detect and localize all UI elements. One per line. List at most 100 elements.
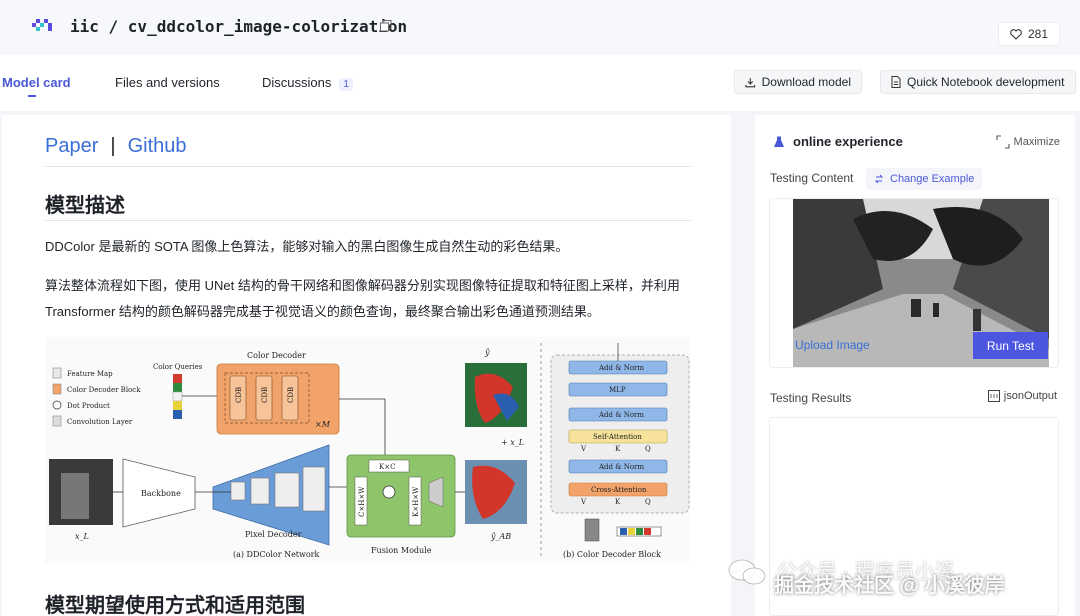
github-link[interactable]: Github	[128, 135, 187, 158]
ddcolor-architecture-diagram: Feature Map Color Decoder Block Dot Prod…	[45, 337, 690, 563]
link-separator: |	[110, 135, 116, 157]
upload-image-link[interactable]: Upload Image	[795, 338, 870, 352]
tab-model-card[interactable]: Model card	[2, 75, 71, 90]
sa-v: V	[580, 445, 587, 453]
y-hat-label: ŷ	[484, 348, 490, 357]
kxc-label: K×C	[379, 463, 395, 471]
ca-q: Q	[645, 498, 651, 506]
ca-v: V	[580, 498, 587, 506]
paper-link[interactable]: Paper	[45, 135, 98, 158]
quick-notebook-button[interactable]: Quick Notebook development	[880, 70, 1076, 94]
divider	[45, 220, 691, 221]
add-norm-3-label: Add & Norm	[598, 463, 644, 471]
sa-q: Q	[645, 445, 651, 453]
tab-discussions-label: Discussions	[262, 75, 332, 90]
panel-title-text: online experience	[793, 134, 903, 149]
testing-content-label: Testing Content	[770, 171, 854, 185]
fusion-module-label: Fusion Module	[371, 546, 432, 555]
divider	[45, 166, 691, 167]
model-card-content: Paper | Github 模型描述 DDColor 是最新的 SOTA 图像…	[2, 115, 731, 616]
ca-k: K	[615, 498, 621, 506]
change-example-label: Change Example	[890, 173, 975, 185]
legend-dot-product: Dot Product	[67, 402, 110, 410]
cross-attention-label: Cross-Attention	[591, 486, 647, 494]
sa-k: K	[615, 445, 621, 453]
maximize-icon	[995, 135, 1010, 149]
heart-icon	[1010, 28, 1022, 40]
chw-label: C×H×W	[358, 486, 366, 517]
json-output-toggle[interactable]: jsonOutput	[987, 390, 1057, 402]
download-model-button[interactable]: Download model	[734, 70, 862, 94]
plus-xl-label: + x_L	[501, 438, 524, 447]
change-example-button[interactable]: Change Example	[866, 168, 983, 190]
dot-product-icon	[52, 400, 62, 410]
color-decoder-title: Color Decoder	[247, 351, 306, 360]
json-output-label: jsonOutput	[1003, 390, 1057, 402]
cdb-query-green	[636, 528, 643, 535]
run-test-button[interactable]: Run Test	[973, 332, 1048, 359]
discussions-count-badge: 1	[339, 78, 353, 91]
add-norm-1-label: Add & Norm	[598, 364, 644, 372]
notebook-icon	[891, 76, 901, 88]
like-count: 281	[1027, 27, 1049, 41]
top-bar: iic / cv_ddcolor_image-colorization 281	[0, 0, 1080, 55]
tabs-bar: Model card Files and versions Discussion…	[0, 55, 1080, 111]
paragraph-intro: DDColor 是最新的 SOTA 图像上色算法，能够对输入的黑白图像生成自然生…	[45, 239, 569, 254]
caption-color-decoder-block: (b) Color Decoder Block	[563, 550, 661, 559]
cdb-feature-map	[584, 518, 600, 542]
paragraph-pipeline: 算法整体流程如下图，使用 UNet 结构的骨干网络和图像解码器分别实现图像特征提…	[45, 278, 680, 319]
cdb-label-3: CDB	[287, 387, 295, 403]
flask-icon	[774, 136, 784, 147]
legend-feature-map-swatch	[52, 367, 62, 379]
dot-product-node	[382, 485, 396, 499]
legend-feature-map: Feature Map	[67, 370, 113, 378]
color-queries-label: Color Queries	[153, 363, 203, 371]
pixel-feature-4	[302, 466, 326, 512]
backbone-label: Backbone	[141, 489, 181, 498]
like-button[interactable]: 281	[998, 22, 1060, 46]
download-model-label: Download model	[761, 75, 851, 89]
cdb-query-blue	[620, 528, 627, 535]
heading-model-description: 模型描述	[45, 195, 125, 217]
watermark-line2: 掘金技术社区 @ 小溪彼岸	[774, 575, 1005, 597]
cdb-label-1: CDB	[235, 387, 243, 403]
pixel-decoder-label: Pixel Decoder	[245, 530, 302, 539]
legend-cdb-swatch	[52, 383, 62, 395]
modelscope-logo-icon[interactable]	[32, 17, 54, 35]
active-tab-indicator	[28, 95, 36, 97]
input-xl-label: x_L	[75, 532, 89, 541]
input-image-figure	[61, 473, 89, 519]
heading-usage-scope: 模型期望使用方式和适用范围	[45, 595, 305, 616]
pixel-feature-2	[250, 477, 270, 505]
wechat-icon	[728, 559, 766, 585]
tab-discussions[interactable]: Discussions 1	[262, 75, 353, 91]
color-query-white	[172, 391, 183, 402]
watermark: 公众号 · 程序员小溪 掘金技术社区 @ 小溪彼岸	[722, 552, 1080, 616]
testing-results-label: Testing Results	[770, 391, 852, 405]
maximize-label: Maximize	[1013, 136, 1060, 148]
legend-convolution-layer: Convolution Layer	[67, 418, 133, 426]
add-norm-2-label: Add & Norm	[598, 411, 644, 419]
color-query-green	[173, 383, 182, 392]
download-icon	[745, 77, 756, 87]
color-query-blue	[173, 410, 182, 419]
mlp-label: MLP	[609, 386, 626, 394]
cdb-query-red	[644, 528, 651, 535]
tab-files-and-versions[interactable]: Files and versions	[115, 75, 220, 90]
maximize-button[interactable]: Maximize	[995, 135, 1060, 149]
pixel-feature-3	[274, 472, 300, 508]
pixel-feature-1	[230, 481, 246, 501]
repeat-m-label: ×M	[315, 420, 331, 429]
panel-title: online experience	[773, 134, 903, 149]
test-input-card: Upload Image Run Test	[769, 198, 1059, 368]
self-attention-label: Self-Attention	[593, 433, 642, 441]
legend-color-decoder-block: Color Decoder Block	[67, 386, 141, 394]
color-query-yellow	[173, 401, 182, 410]
caption-ddcolor-network: (a) DDColor Network	[233, 550, 320, 559]
legend-conv-swatch	[52, 415, 62, 427]
copy-icon[interactable]	[380, 20, 392, 32]
cdb-query-yellow	[628, 528, 635, 535]
swap-icon	[874, 174, 884, 184]
repo-title: iic / cv_ddcolor_image-colorization	[70, 17, 408, 36]
khw-label: K×H×W	[412, 486, 420, 517]
